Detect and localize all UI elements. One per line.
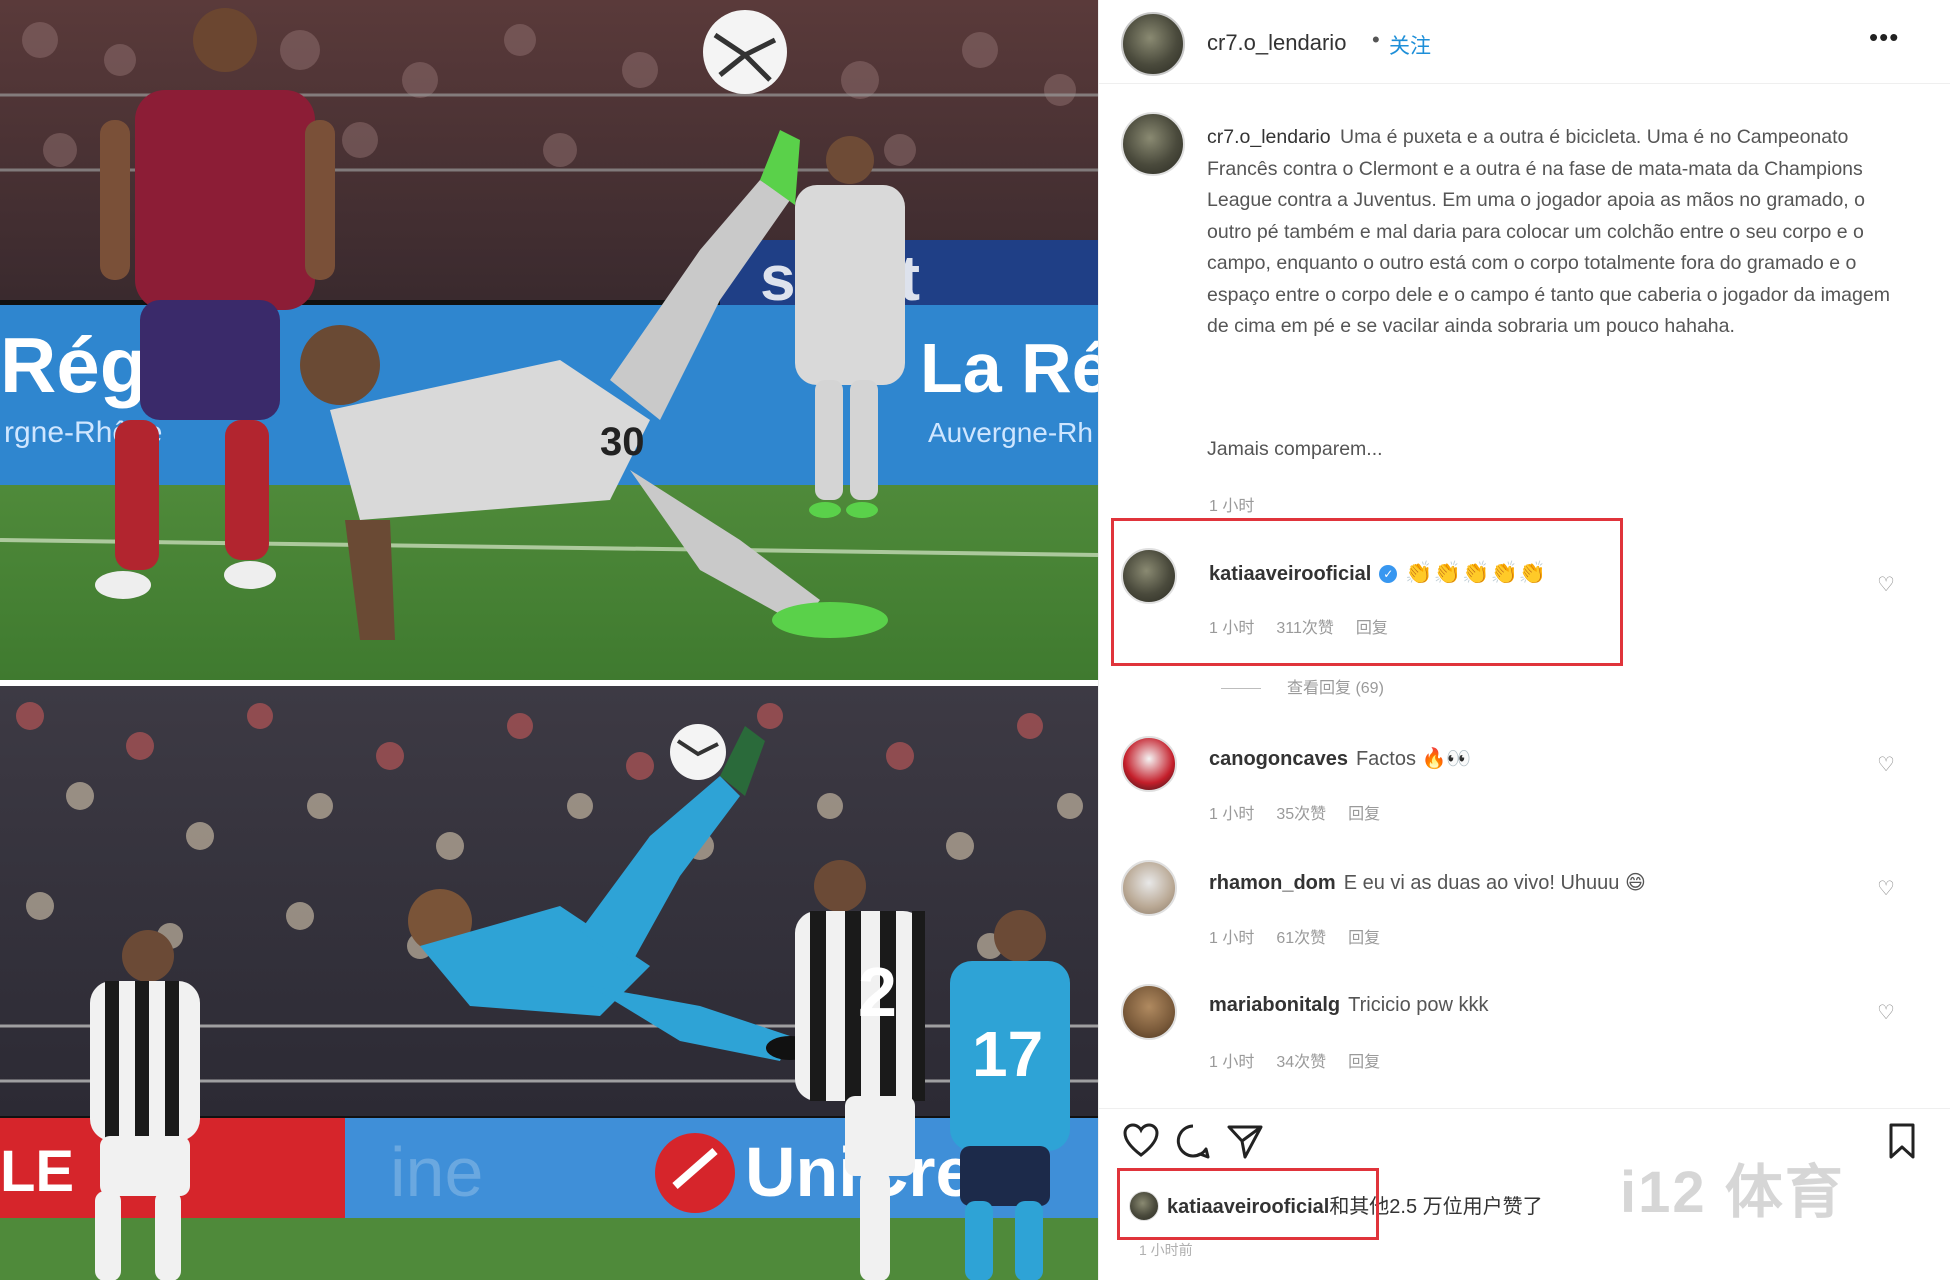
verified-badge-icon: ✓ [1379,565,1398,583]
follow-button[interactable]: 关注 [1389,30,1431,60]
replies-divider-line [1221,688,1261,690]
comment-meta: 1 小时 311次赞 回复 [1209,614,1410,638]
heart-icon[interactable]: ♡ [1877,1000,1895,1025]
comment-icon[interactable] [1173,1121,1213,1161]
comment-text: Factos 🔥👀 [1355,748,1472,770]
likes-summary: katiaaveirooficial和其他2.5 万位用户赞了 [1129,1190,1543,1221]
commenter-username[interactable]: mariabonitalg [1209,994,1340,1016]
site-watermark: i12 体育 [1620,1160,1845,1225]
author-username[interactable]: cr7.o_lendario [1207,30,1346,56]
commenter-username[interactable]: katiaaveirooficial [1209,563,1371,585]
commenter-avatar[interactable] [1121,860,1177,916]
commenter-avatar[interactable] [1121,984,1177,1040]
top-banner-sub-right-text: Auvergne-Rh [928,417,1093,448]
ball-bottom [670,724,726,780]
heart-icon[interactable]: ♡ [1877,572,1895,597]
comment-time: 1 小时 [1209,806,1255,823]
post-timestamp: 1 小时前 [1139,1242,1193,1258]
messi-number: 30 [600,420,645,464]
author-avatar[interactable] [1121,12,1185,76]
juventus-number: 2 [858,953,897,1031]
comment-time: 1 小时 [1209,1054,1255,1071]
commenter-username[interactable]: rhamon_dom [1209,872,1336,894]
caption-timestamp: 1 小时 [1209,498,1255,515]
comment-likes[interactable]: 34次赞 [1276,1054,1326,1071]
view-replies-link[interactable]: 查看回复 (69) [1221,674,1384,698]
more-horizontal-icon[interactable]: ••• [1869,22,1899,53]
photo-ronaldo-bicycle-kick: LE ine UniCre [0,686,1098,1280]
comment-time: 1 小时 [1209,930,1255,947]
reply-button[interactable]: 回复 [1348,806,1380,823]
comment-line: canogoncaves Factos 🔥👀 [1209,746,1471,771]
view-replies-label[interactable]: 查看回复 (69) [1287,680,1384,697]
top-banner-right-text: La Ré [920,329,1098,407]
commenter-username[interactable]: canogoncaves [1209,748,1348,770]
post-photos: sport Régi rgne-Rhône La Ré Auvergne-Rh [0,0,1098,1280]
caption-username[interactable]: cr7.o_lendario [1207,126,1331,148]
comment-meta: 1 小时 61次赞 回复 [1209,924,1402,948]
ball-top [703,10,787,94]
comment-text: Tricicio pow kkk [1348,994,1489,1016]
heart-icon[interactable]: ♡ [1877,752,1895,777]
send-icon[interactable] [1225,1121,1265,1161]
comment-time: 1 小时 [1209,620,1255,637]
comment-text: E eu vi as duas ao vivo! Uhuuu 😄 [1343,872,1646,894]
comment-line: katiaaveirooficial ✓ 👏👏👏👏👏 [1209,560,1547,586]
caption-author-avatar[interactable] [1121,112,1185,176]
heart-icon[interactable]: ♡ [1877,876,1895,901]
comment-text: 👏👏👏👏👏 [1405,560,1548,585]
comment-line: mariabonitalg Tricicio pow kkk [1209,994,1489,1017]
photo-messi-scissor-kick: sport Régi rgne-Rhône La Ré Auvergne-Rh [0,0,1098,680]
commenter-avatar[interactable] [1121,736,1177,792]
bottom-banner-mid-text: ine [390,1133,483,1211]
caption-text: Uma é puxeta e a outra é bicicleta. Uma … [1207,126,1890,337]
caption-closing: Jamais comparem... [1207,438,1383,460]
comment-meta: 1 小时 34次赞 回复 [1209,1048,1402,1072]
comment-likes[interactable]: 311次赞 [1276,620,1334,637]
comment-meta: 1 小时 35次赞 回复 [1209,800,1402,824]
real-madrid-number: 17 [972,1018,1043,1090]
reply-button[interactable]: 回复 [1356,620,1388,637]
photo-bottom-illustration: LE ine UniCre [0,686,1098,1280]
post-panel: cr7.o_lendario • 关注 ••• cr7.o_lendario U… [1098,0,1950,1280]
comment-likes[interactable]: 35次赞 [1276,806,1326,823]
likes-summary-text: 和其他2.5 万位用户赞了 [1329,1196,1543,1218]
photo-top-illustration: sport Régi rgne-Rhône La Ré Auvergne-Rh [0,0,1098,680]
reply-button[interactable]: 回复 [1348,1054,1380,1071]
post-header: cr7.o_lendario • 关注 ••• [1099,0,1950,84]
highlight-box-comment [1111,518,1623,666]
comment-line: rhamon_dom E eu vi as duas ao vivo! Uhuuu… [1209,870,1646,895]
comment-likes[interactable]: 61次赞 [1276,930,1326,947]
liker-username[interactable]: katiaaveirooficial [1167,1196,1329,1218]
commenter-avatar[interactable] [1121,548,1177,604]
bookmark-icon[interactable] [1885,1121,1919,1161]
reply-button[interactable]: 回复 [1348,930,1380,947]
header-separator: • [1372,27,1380,52]
post-caption: cr7.o_lendario Uma é puxeta e a outra é … [1207,122,1907,343]
bottom-banner-left-text: LE [0,1139,74,1204]
heart-icon[interactable] [1121,1121,1161,1161]
liker-avatar[interactable] [1129,1191,1159,1221]
